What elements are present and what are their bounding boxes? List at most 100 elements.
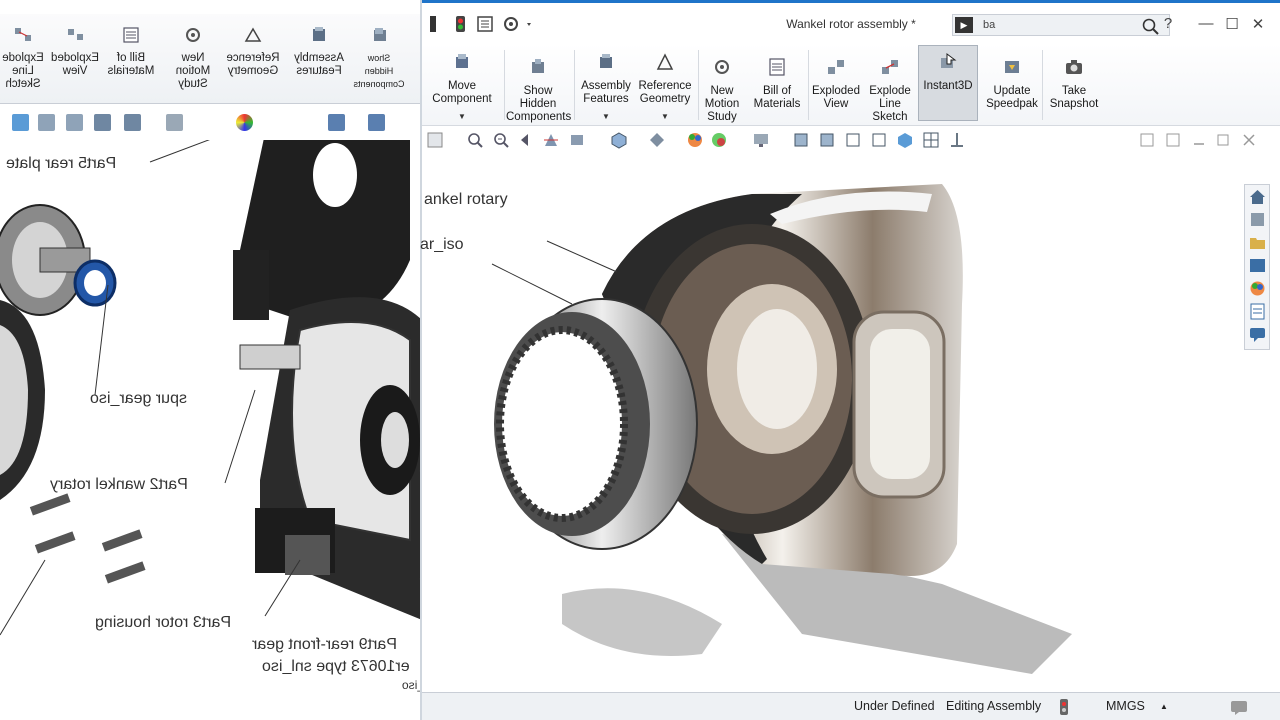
update-speedpak-button[interactable]: Update Speedpak <box>982 57 1042 111</box>
units-selector[interactable]: MMGS <box>1106 699 1145 713</box>
assembly-features-button[interactable]: Assembly Features ▼ <box>578 52 634 121</box>
appearances-icon[interactable] <box>1248 279 1267 298</box>
view-cube-icon[interactable] <box>896 131 914 149</box>
view-orient-icon[interactable] <box>38 114 55 131</box>
maximize-button[interactable]: ☐ <box>1222 15 1242 33</box>
explode-line-sketch-button[interactable]: Explode Line Sketch <box>864 57 916 124</box>
search-input[interactable] <box>983 15 1133 35</box>
title-bar: Wankel rotor assembly * ▶ ? — ☐ ✕ <box>422 0 1280 44</box>
doc-close-icon[interactable] <box>1240 131 1258 149</box>
view-orient-icon[interactable] <box>94 114 111 131</box>
move-component-button[interactable]: Move Component ▼ <box>428 52 496 121</box>
callout-spur-gear: spur gear_iso <box>90 390 187 407</box>
forum-icon[interactable] <box>1248 325 1267 344</box>
hide-show-icon[interactable] <box>368 114 385 131</box>
doc-restore-icon[interactable] <box>1138 131 1156 149</box>
view-orient-icon[interactable] <box>66 114 83 131</box>
design-library-icon[interactable] <box>1248 210 1267 229</box>
normal-to-icon[interactable] <box>948 131 966 149</box>
previous-view-icon[interactable] <box>426 131 444 149</box>
cube-icon[interactable] <box>12 114 29 131</box>
close-button[interactable]: ✕ <box>1248 15 1268 33</box>
instant3d-icon <box>941 53 957 68</box>
new-motion-study-button[interactable]: New Motion Study <box>700 57 744 124</box>
left-reference-geometry-button[interactable]: Reference Geometry <box>224 26 282 78</box>
solidworks-window: Wankel rotor assembly * ▶ ? — ☐ ✕ Move C… <box>420 0 1280 720</box>
left-bom-label: Bill of Materials <box>107 52 155 77</box>
exploded-view-label: Exploded View <box>812 85 860 110</box>
section-view-icon[interactable] <box>328 114 345 131</box>
left-exploded-view-label: Exploded View <box>51 52 99 77</box>
display-style-icon[interactable] <box>648 131 666 149</box>
search-commands-icon[interactable]: ▶ <box>955 17 973 33</box>
move-component-icon <box>456 54 468 68</box>
help-button[interactable]: ? <box>1158 15 1178 32</box>
left-show-hidden-button[interactable]: Show Hidden Components <box>350 26 408 91</box>
custom-properties-icon[interactable] <box>1248 302 1267 321</box>
left-explode-line-label: Explode Line Sketch <box>2 52 44 90</box>
section-view-icon[interactable] <box>542 131 560 149</box>
zoom-to-fit-icon[interactable] <box>466 131 484 149</box>
left-explode-line-button[interactable]: Explode Line Sketch <box>0 26 52 91</box>
left-exploded-view-button[interactable]: Exploded View <box>46 26 104 78</box>
zoom-area-icon[interactable] <box>492 131 510 149</box>
doc-tile-icon[interactable] <box>1164 131 1182 149</box>
previous-view-arrow-icon[interactable] <box>518 131 536 149</box>
units-caret-icon[interactable]: ▲ <box>1160 702 1168 711</box>
status-under-defined: Under Defined <box>854 699 935 713</box>
view-iso-icon[interactable] <box>870 131 888 149</box>
show-hidden-label: Show Hidden Components <box>506 85 572 123</box>
bom-icon <box>769 58 785 76</box>
assembly-features-icon <box>313 27 325 41</box>
callout-leaders <box>491 240 618 305</box>
view-right-icon[interactable] <box>844 131 862 149</box>
minimize-button[interactable]: — <box>1196 15 1216 32</box>
monitor-icon[interactable] <box>752 131 770 149</box>
rebuild-status-icon[interactable] <box>1058 698 1070 716</box>
explode-line-sketch-label: Explode Line Sketch <box>869 85 911 123</box>
doc-maximize-icon[interactable] <box>1214 131 1232 149</box>
dynamic-annotation-icon[interactable] <box>568 131 586 149</box>
status-bar: Under Defined Editing Assembly MMGS ▲ <box>422 692 1280 720</box>
callout-iso-fragment: d_iso <box>402 678 420 692</box>
callout-wankel-rotary: Part2 wankel rotary <box>50 476 188 493</box>
search-box[interactable]: ▶ <box>952 14 1170 36</box>
view-top-icon[interactable] <box>818 131 836 149</box>
exploded-view-button[interactable]: Exploded View <box>810 57 862 111</box>
reference-geometry-icon <box>244 27 262 42</box>
rotor-housing-part <box>239 297 420 620</box>
display-style-icon[interactable] <box>124 114 141 131</box>
graphics-area[interactable]: ankel rotary ar_iso <box>420 154 1280 690</box>
view-palette-icon[interactable] <box>1248 256 1267 275</box>
home-icon[interactable] <box>1248 187 1267 206</box>
left-bom-button[interactable]: Bill of Materials <box>102 26 160 78</box>
quick-tips-icon[interactable] <box>1230 699 1248 715</box>
show-hidden-icon <box>374 28 386 41</box>
spark-plugs <box>29 493 146 584</box>
callout-rear-plate: Part5 rear plate <box>6 155 117 172</box>
housing-fragment <box>0 300 45 500</box>
motion-study-icon <box>715 60 729 74</box>
scene-icon[interactable] <box>710 131 728 149</box>
take-snapshot-button[interactable]: Take Snapshot <box>1046 57 1102 111</box>
bom-icon <box>123 27 139 43</box>
reference-geometry-label: Reference Geometry <box>638 80 692 105</box>
left-motion-study-button[interactable]: New Motion Study <box>164 26 222 91</box>
view-orientation-icon[interactable] <box>610 131 628 149</box>
left-assembly-features-button[interactable]: Assembly Features <box>290 26 348 78</box>
camera-icon <box>1066 60 1082 74</box>
command-manager-ribbon: Move Component ▼ Show Hidden Components … <box>422 44 1280 126</box>
view-front-icon[interactable] <box>792 131 810 149</box>
explode-line-icon <box>15 28 31 41</box>
appearance-icon[interactable] <box>686 131 704 149</box>
show-hidden-components-button[interactable]: Show Hidden Components <box>506 57 572 124</box>
monitor-icon[interactable] <box>166 114 183 131</box>
instant3d-button[interactable]: Instant3D <box>918 45 978 121</box>
file-explorer-icon[interactable] <box>1248 233 1267 252</box>
bill-of-materials-button[interactable]: Bill of Materials <box>750 57 804 111</box>
motion-study-icon <box>186 28 200 42</box>
four-view-icon[interactable] <box>922 131 940 149</box>
doc-minimize-icon[interactable] <box>1190 131 1208 149</box>
appearance-icon[interactable] <box>236 114 253 131</box>
reference-geometry-button[interactable]: Reference Geometry ▼ <box>636 52 694 121</box>
